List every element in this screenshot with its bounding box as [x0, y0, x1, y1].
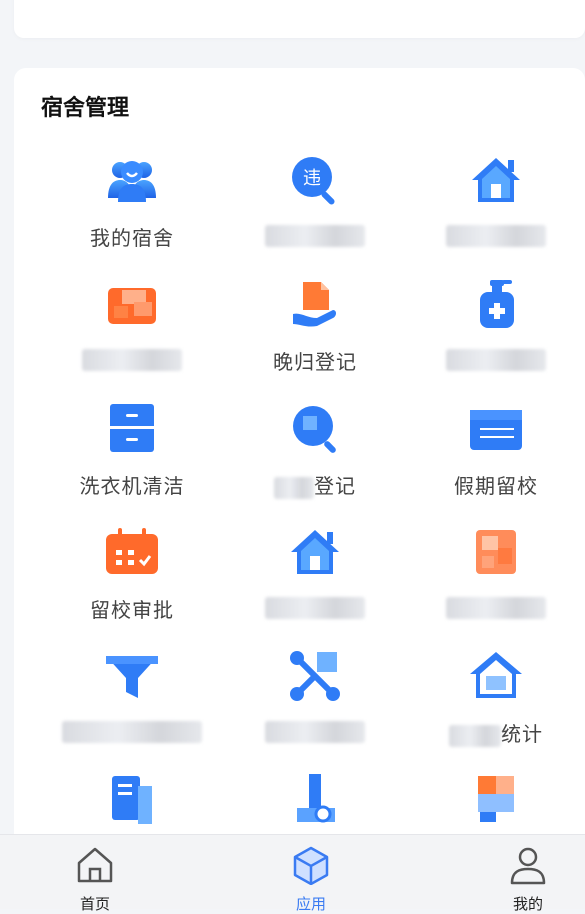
document-icon: [476, 530, 516, 574]
tile-holiday-stay[interactable]: 假期留校: [406, 400, 585, 520]
tile-network[interactable]: [225, 648, 405, 768]
tab-label: 我的: [512, 895, 543, 913]
bottom-tab-bar: 首页 应用 我的: [0, 834, 585, 913]
home-icon: [472, 158, 520, 202]
tile-label: [225, 222, 405, 247]
folder-icon: [108, 288, 156, 324]
cabinet-icon: [110, 404, 154, 452]
tile-label: [406, 222, 585, 247]
section-title: 宿舍管理: [41, 96, 130, 121]
svg-text:违: 违: [303, 168, 321, 189]
tile-label: 我的宿舍: [90, 226, 174, 250]
tile-folder[interactable]: [42, 276, 222, 396]
tile-label: [225, 594, 405, 619]
sanitizer-icon: [480, 280, 514, 328]
tile-late-return[interactable]: 晚归登记: [225, 276, 405, 396]
tab-mine[interactable]: 我的: [468, 835, 585, 913]
funnel-icon: [106, 656, 158, 698]
report-icon: [112, 776, 152, 824]
home-stats-icon: [470, 652, 522, 698]
tile-dorm-home[interactable]: [406, 152, 585, 272]
tile-my-dorm[interactable]: 我的宿舍: [42, 152, 222, 272]
tile-document[interactable]: [406, 524, 585, 644]
chart-user-icon: [297, 774, 335, 823]
tab-apps[interactable]: 应用: [251, 835, 371, 913]
tile-label: 留校审批: [90, 598, 174, 622]
tile-label: [42, 718, 222, 743]
hand-document-icon: [293, 282, 336, 327]
home-icon: [291, 530, 339, 574]
tile-register[interactable]: 登记: [225, 400, 405, 520]
tile-home-2[interactable]: [225, 524, 405, 644]
top-card: [14, 0, 585, 38]
tab-home[interactable]: 首页: [35, 835, 155, 913]
people-icon: [108, 161, 156, 202]
tab-label: 应用: [295, 895, 326, 913]
dormitory-management-section: 宿舍管理 我的宿舍 违 晚归登记 洗衣机清洁 登记 假期留校 留校审批 统计: [14, 68, 585, 848]
chat-icon: [478, 776, 514, 822]
tab-label: 首页: [79, 895, 110, 913]
tile-sanitizer[interactable]: [406, 276, 585, 396]
tile-label: 假期留校: [454, 474, 538, 498]
tile-washer[interactable]: 洗衣机清洁: [42, 400, 222, 520]
tile-label: 洗衣机清洁: [79, 474, 185, 498]
user-icon: [510, 847, 546, 885]
tile-label: 统计: [406, 718, 585, 747]
network-icon: [290, 651, 340, 701]
tile-label: [406, 594, 585, 619]
tile-stay-approval[interactable]: 留校审批: [42, 524, 222, 644]
calendar-board-icon: [470, 410, 522, 450]
search-register-icon: [293, 406, 336, 453]
tile-label: [406, 346, 585, 371]
home-outline-icon: [77, 847, 113, 883]
tile-label: 登记: [225, 470, 405, 499]
tile-label: 晚归登记: [273, 350, 357, 374]
tile-label: [225, 718, 405, 743]
cube-icon: [293, 846, 329, 885]
tile-violation[interactable]: 违: [225, 152, 405, 272]
tile-funnel[interactable]: [42, 648, 222, 768]
violation-search-icon: 违: [292, 157, 335, 205]
calendar-check-icon: [106, 528, 158, 574]
tile-stats[interactable]: 统计: [406, 648, 585, 768]
tile-label: [42, 346, 222, 371]
